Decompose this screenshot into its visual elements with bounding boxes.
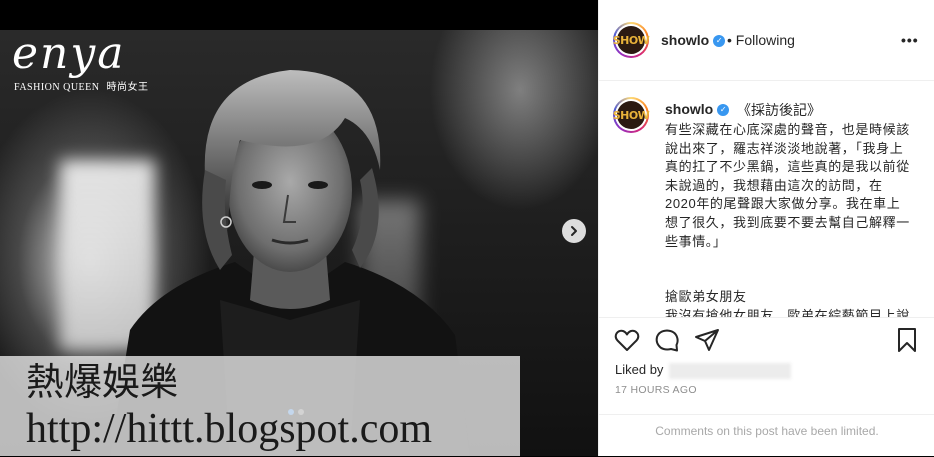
caption-subheading: 搶歐弟女朋友 (665, 289, 747, 305)
post-photo[interactable]: enya FASHION QUEEN 時尚女王 熱爆娛樂 http://hitt… (0, 0, 598, 456)
more-options-icon[interactable]: ••• (901, 33, 919, 47)
username-link[interactable]: showlo ✓ (661, 32, 726, 48)
caption-paragraph: 我沒有搶他女朋友，歐弟在綜藝節目上說他在當兵前把女友交給他最好的兄弟 (665, 307, 910, 317)
post-header: SHOW showlo ✓ • Following ••• (599, 0, 934, 81)
comments-limited-notice: Comments on this post have been limited. (599, 414, 934, 438)
avatar[interactable]: SHOW (613, 97, 650, 133)
follow-status[interactable]: • Following (727, 32, 795, 48)
separator-dot: • (727, 32, 732, 48)
liked-by-label: Liked by (615, 362, 664, 377)
caption-body: 有些深藏在心底深處的聲音，也是時候該說出來了，羅志祥淡淡地說著，「我身上真的扛了… (665, 121, 913, 317)
caption-username-text: showlo (665, 101, 714, 117)
caption-paragraph: 有些深藏在心底深處的聲音，也是時候該說出來了，羅志祥淡淡地說著，「我身上真的扛了… (665, 122, 910, 249)
magazine-logo: enya FASHION QUEEN 時尚女王 (12, 28, 148, 94)
post-caption: SHOW showlo ✓ 《採訪後記》 有些深藏在心底深處的聲音，也是時候該說出… (599, 81, 934, 317)
verified-badge-icon: ✓ (717, 104, 730, 117)
bookmark-icon[interactable] (893, 326, 921, 354)
avatar-image: SHOW (613, 26, 650, 54)
post-timestamp[interactable]: 17 HOURS AGO (615, 384, 697, 396)
watermark-url: http://hittt.blogspot.com (26, 406, 433, 452)
verified-badge-icon: ✓ (713, 35, 726, 48)
watermark-title: 熱爆娛樂 (26, 360, 179, 404)
watermark-overlay: 熱爆娛樂 http://hittt.blogspot.com (0, 356, 520, 456)
post-actions: Liked by 17 HOURS AGO Comments on this p… (599, 317, 934, 457)
avatar[interactable]: SHOW (613, 22, 650, 58)
liked-by-user-redacted[interactable] (669, 362, 792, 379)
following-button[interactable]: Following (736, 32, 795, 48)
caption-title: 《採訪後記》 (737, 102, 821, 118)
caption-username-link[interactable]: showlo ✓ (665, 101, 730, 117)
heart-icon[interactable] (613, 326, 641, 354)
magazine-logo-word: enya (12, 28, 126, 79)
share-icon[interactable] (693, 326, 721, 354)
magazine-logo-subtitle: FASHION QUEEN 時尚女王 (14, 78, 148, 93)
liked-by: Liked by (615, 362, 792, 379)
comments-limited-text: Comments on this post have been limited. (655, 424, 879, 438)
post-sidebar: SHOW showlo ✓ • Following ••• SHOW showlo… (598, 0, 934, 456)
comment-icon[interactable] (653, 326, 681, 354)
chevron-right-icon (571, 226, 577, 236)
username-text: showlo (661, 32, 710, 48)
magazine-logo-sub-cn: 時尚女王 (106, 82, 149, 93)
carousel-next-button[interactable] (562, 219, 586, 243)
avatar-image: SHOW (613, 101, 650, 129)
magazine-logo-sub-en: FASHION QUEEN (14, 82, 100, 93)
